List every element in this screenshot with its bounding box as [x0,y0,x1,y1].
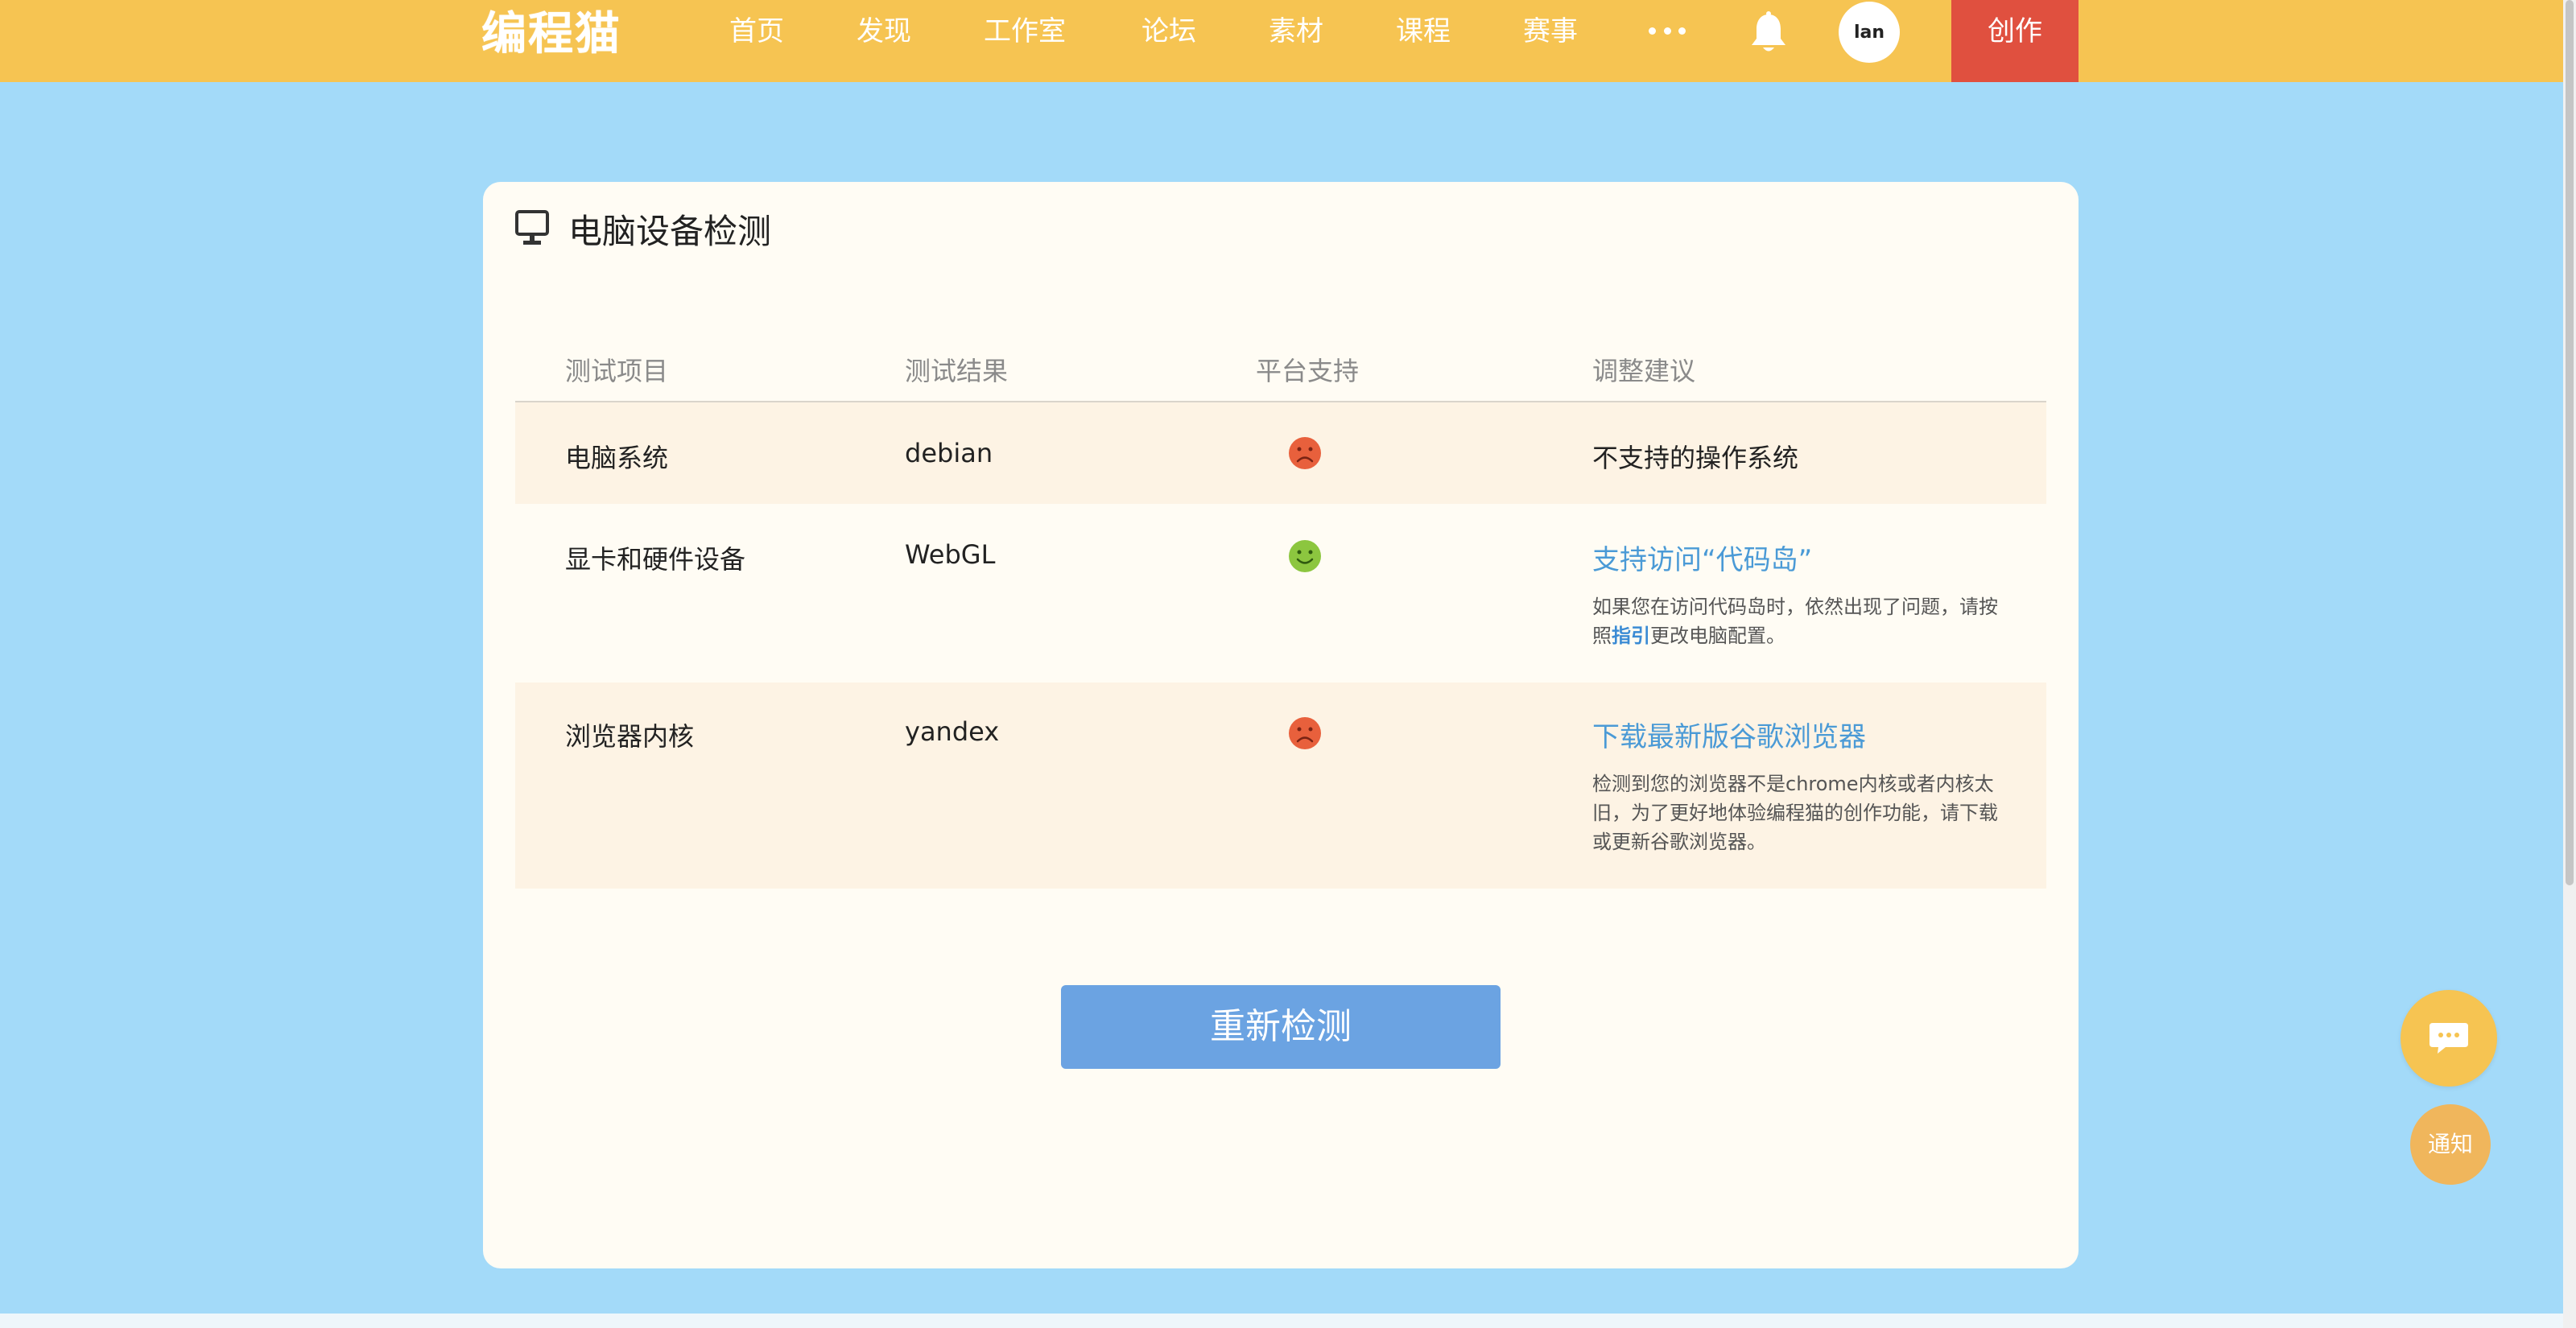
advice-desc-text: 更改电脑配置。 [1650,625,1785,647]
test-result: WebGL [905,539,996,570]
advice-description: 检测到您的浏览器不是chrome内核或者内核太旧，为了更好地体验编程猫的创作功能… [1592,773,1998,853]
advice-text: 不支持的操作系统 [1592,443,1799,473]
nav-item-studio[interactable]: 工作室 [984,0,1066,63]
nav-item-contests[interactable]: 赛事 [1523,0,1578,63]
sad-face-icon [1289,437,1321,469]
recheck-button[interactable]: 重新检测 [1061,985,1501,1069]
page-bottom [0,1314,2563,1328]
table-row: 显卡和硬件设备 WebGL 支持访问“代码岛” 如果您在访问代码岛时，依然出现了… [515,504,2046,683]
test-item: 电脑系统 [565,443,669,473]
guide-link[interactable]: 指引 [1612,625,1650,647]
nav-item-forum[interactable]: 论坛 [1141,0,1196,63]
logo[interactable]: 编程猫 [481,6,621,63]
test-result: debian [905,438,993,468]
monitor-icon [515,210,549,245]
top-navbar: 编程猫 首页 发现 工作室 论坛 素材 课程 赛事 lan 创作 [0,0,2563,82]
test-item: 浏览器内核 [565,721,695,752]
check-table: 测试项目 测试结果 平台支持 调整建议 电脑系统 debian 不支持的操作系统… [515,343,2046,889]
column-header: 测试项目 [565,356,669,386]
test-item: 显卡和硬件设备 [565,544,746,575]
nav-item-courses[interactable]: 课程 [1396,0,1451,63]
advice-link[interactable]: 支持访问“代码岛” [1592,538,1812,577]
more-icon[interactable] [1649,27,1686,35]
avatar[interactable]: lan [1839,2,1900,63]
nav-item-materials[interactable]: 素材 [1269,0,1323,63]
scrollbar-thumb[interactable] [2566,0,2574,885]
table-row: 浏览器内核 yandex 下载最新版谷歌浏览器 检测到您的浏览器不是chrome… [515,683,2046,889]
download-chrome-link[interactable]: 下载最新版谷歌浏览器 [1592,715,1866,754]
table-header: 测试项目 测试结果 平台支持 调整建议 [515,343,2046,402]
card-header: 电脑设备检测 [515,206,771,251]
column-header: 平台支持 [1256,356,1360,386]
notify-button[interactable]: 通知 [2410,1104,2491,1185]
column-header: 测试结果 [905,356,1009,386]
device-check-card: 电脑设备检测 测试项目 测试结果 平台支持 调整建议 电脑系统 debian 不… [483,182,2079,1268]
nav-item-discover[interactable]: 发现 [857,0,911,63]
bell-icon[interactable] [1748,11,1789,55]
test-result: yandex [905,716,1000,747]
chat-button[interactable] [2401,990,2497,1087]
create-button[interactable]: 创作 [1951,0,2079,82]
column-header: 调整建议 [1592,356,1696,386]
nav-item-home[interactable]: 首页 [729,0,784,63]
scrollbar[interactable] [2563,0,2576,1328]
page-title: 电脑设备检测 [568,211,772,251]
advice-description: 如果您在访问代码岛时，依然出现了问题，请按照指引更改电脑配置。 [1592,592,2011,650]
chat-bubble-icon [2429,1023,2468,1054]
sad-face-icon [1289,717,1321,749]
table-row: 电脑系统 debian 不支持的操作系统 [515,402,2046,504]
happy-face-icon [1289,540,1321,572]
